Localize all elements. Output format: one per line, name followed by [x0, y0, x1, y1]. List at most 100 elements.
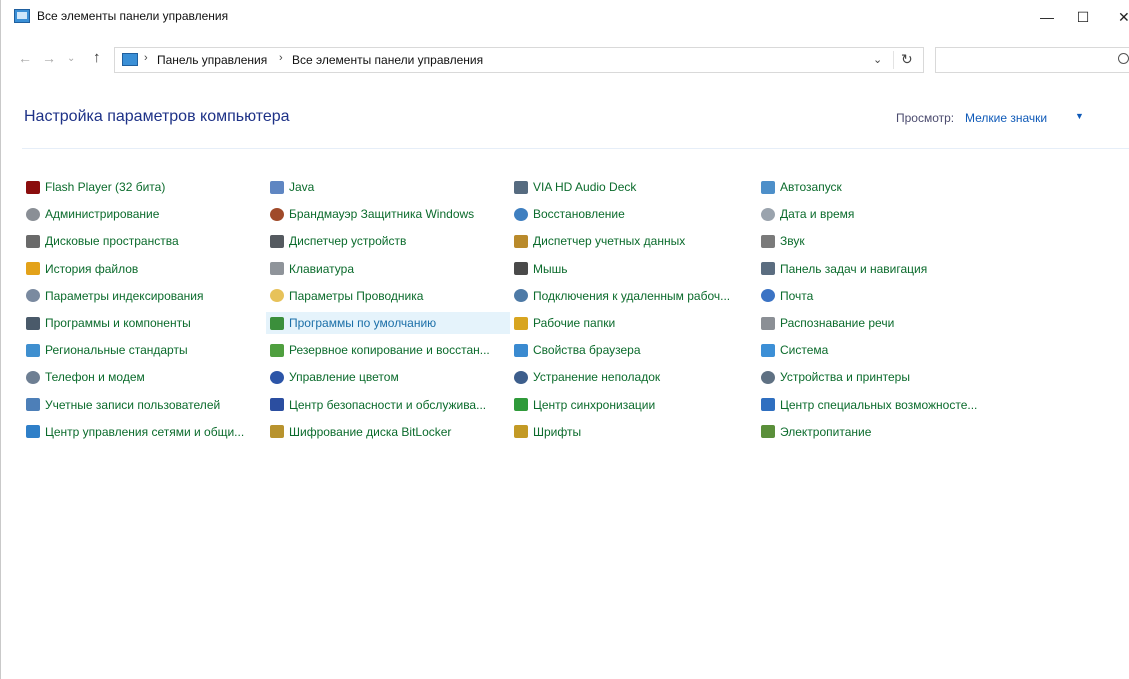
navigation-bar: ← → ⌄ ↑ › Панель управления › Все элемен…: [0, 46, 1129, 74]
system-icon: [761, 343, 775, 357]
control-panel-item[interactable]: Центр управления сетями и общи...: [26, 421, 244, 443]
control-panel-item[interactable]: Панель задач и навигация: [761, 258, 927, 280]
item-label: Рабочие папки: [533, 316, 616, 330]
region-icon: [26, 343, 40, 357]
recovery-icon: [514, 207, 528, 221]
control-panel-item[interactable]: Устранение неполадок: [514, 366, 660, 388]
control-panel-item[interactable]: Центр синхронизации: [514, 394, 655, 416]
item-label: Распознавание речи: [780, 316, 895, 330]
control-panel-item[interactable]: История файлов: [26, 258, 138, 280]
breadcrumb-control-panel[interactable]: Панель управления: [157, 53, 267, 67]
forward-arrow-icon[interactable]: →: [42, 50, 56, 66]
view-dropdown-caret-icon[interactable]: ▼: [1075, 111, 1084, 121]
item-label: Свойства браузера: [533, 343, 641, 358]
breadcrumb-all-items[interactable]: Все элементы панели управления: [292, 53, 483, 67]
control-panel-item[interactable]: Телефон и модем: [26, 366, 145, 388]
control-panel-item[interactable]: Программы и компоненты: [26, 312, 191, 334]
remote-desktop-icon: [514, 289, 528, 303]
maximize-button[interactable]: ☐: [1066, 4, 1100, 30]
refresh-icon[interactable]: ↻: [901, 51, 913, 68]
control-panel-item[interactable]: Устройства и принтеры: [761, 366, 910, 388]
view-by-dropdown[interactable]: Мелкие значки: [965, 111, 1047, 125]
item-label: Центр синхронизации: [533, 397, 656, 412]
date-time-icon: [761, 207, 775, 221]
close-button[interactable]: ✕: [1104, 4, 1129, 30]
control-panel-item[interactable]: Дисковые пространства: [26, 230, 179, 252]
control-panel-item[interactable]: Центр специальных возможносте...: [761, 394, 977, 416]
item-label: Диспетчер устройств: [289, 234, 407, 249]
programs-features-icon: [26, 316, 40, 330]
control-panel-item[interactable]: Java: [270, 176, 314, 198]
control-panel-item[interactable]: Региональные стандарты: [26, 339, 188, 361]
control-panel-item[interactable]: Брандмауэр Защитника Windows: [270, 203, 474, 225]
control-panel-item[interactable]: Администрирование: [26, 203, 159, 225]
control-panel-item[interactable]: Flash Player (32 бита): [26, 176, 165, 198]
control-panel-item[interactable]: Шрифты: [514, 421, 581, 443]
control-panel-item[interactable]: Центр безопасности и обслужива...: [270, 394, 486, 416]
troubleshooting-icon: [514, 370, 528, 384]
ease-of-access-icon: [761, 398, 775, 412]
autoplay-icon: [761, 180, 775, 194]
item-label: Мышь: [533, 261, 568, 276]
control-panel-item[interactable]: Почта: [761, 285, 813, 307]
item-label: Параметры Проводника: [289, 288, 424, 303]
keyboard-icon: [270, 262, 284, 276]
control-panel-item[interactable]: Диспетчер учетных данных: [514, 230, 685, 252]
control-panel-item[interactable]: Параметры Проводника: [270, 285, 423, 307]
control-panel-item[interactable]: Подключения к удаленным рабоч...: [514, 285, 730, 307]
control-panel-item[interactable]: Звук: [761, 230, 805, 252]
control-panel-item[interactable]: Параметры индексирования: [26, 285, 203, 307]
address-dropdown-chevron-icon[interactable]: ⌄: [873, 53, 882, 66]
item-label: Звук: [780, 234, 805, 249]
indexing-options-icon: [26, 289, 40, 303]
control-panel-item[interactable]: Свойства браузера: [514, 339, 641, 361]
item-label: Телефон и модем: [45, 370, 145, 385]
address-bar[interactable]: › Панель управления › Все элементы панел…: [114, 47, 924, 73]
control-panel-item[interactable]: Система: [761, 339, 828, 361]
breadcrumb-separator-icon[interactable]: ›: [279, 52, 283, 64]
back-arrow-icon[interactable]: ←: [18, 50, 32, 66]
control-panel-icon: [14, 9, 30, 23]
control-panel-item[interactable]: Учетные записи пользователей: [26, 394, 220, 416]
backup-restore-icon: [270, 343, 284, 357]
control-panel-item[interactable]: Восстановление: [514, 203, 625, 225]
control-panel-item[interactable]: Электропитание: [761, 421, 871, 443]
up-arrow-icon[interactable]: ↑: [93, 49, 101, 66]
search-input[interactable]: [935, 47, 1129, 73]
search-icon[interactable]: [1118, 53, 1129, 64]
control-panel-item[interactable]: Управление цветом: [270, 366, 399, 388]
recent-locations-chevron-icon[interactable]: ⌄: [67, 53, 75, 64]
control-panel-item[interactable]: Программы по умолчанию: [266, 312, 510, 334]
header-divider: [22, 148, 1129, 149]
item-label: Java: [289, 180, 315, 194]
control-panel-item[interactable]: Мышь: [514, 258, 568, 280]
device-manager-icon: [270, 234, 284, 248]
item-label: Региональные стандарты: [45, 343, 188, 358]
control-panel-item[interactable]: Шифрование диска BitLocker: [270, 421, 451, 443]
item-label: Восстановление: [533, 207, 625, 222]
firewall-icon: [270, 207, 284, 221]
control-panel-items-grid: Flash Player (32 бита) Администрирование Д…: [26, 176, 1126, 476]
item-label: Почта: [780, 288, 814, 303]
item-label: Администрирование: [45, 207, 160, 222]
control-panel-item[interactable]: Диспетчер устройств: [270, 230, 406, 252]
internet-options-icon: [514, 343, 528, 357]
minimize-button[interactable]: —: [1030, 4, 1064, 30]
control-panel-item[interactable]: Распознавание речи: [761, 312, 894, 334]
control-panel-item[interactable]: Резервное копирование и восстан...: [270, 339, 490, 361]
item-label: Резервное копирование и восстан...: [289, 343, 490, 358]
control-panel-icon: [122, 53, 138, 66]
item-label: Flash Player (32 бита): [45, 180, 166, 194]
mouse-icon: [514, 262, 528, 276]
network-center-icon: [26, 425, 40, 439]
default-programs-icon: [270, 316, 284, 330]
item-label: Система: [780, 343, 829, 358]
control-panel-item[interactable]: Клавиатура: [270, 258, 354, 280]
control-panel-item[interactable]: Рабочие папки: [514, 312, 615, 334]
breadcrumb-separator-icon[interactable]: ›: [144, 52, 148, 64]
item-label: Подключения к удаленным рабоч...: [533, 288, 731, 303]
control-panel-item[interactable]: Дата и время: [761, 203, 854, 225]
control-panel-item[interactable]: Автозапуск: [761, 176, 842, 198]
control-panel-item[interactable]: VIA HD Audio Deck: [514, 176, 636, 198]
item-label: Панель задач и навигация: [780, 261, 928, 276]
